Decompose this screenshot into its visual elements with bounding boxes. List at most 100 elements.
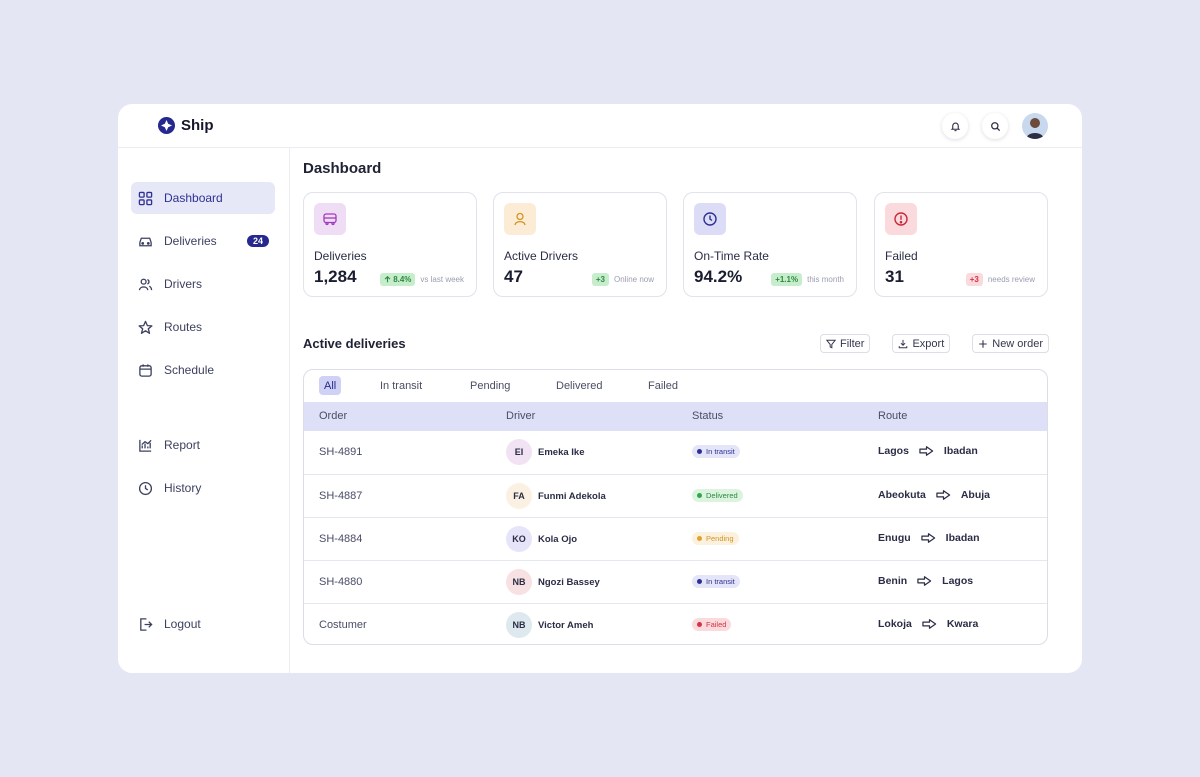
search-button[interactable] [982,113,1008,139]
tab-delivered[interactable]: Delivered [551,376,607,395]
order-id: SH-4880 [319,576,363,588]
page-title: Dashboard [303,160,382,177]
column-header-route[interactable]: Route [878,410,907,422]
card-value: 31 [885,267,904,286]
card-value: 94.2% [694,267,743,286]
sidebar-item-routes[interactable]: Routes [131,311,275,343]
export-label: Export [912,337,945,350]
sidebar-item-label: Deliveries [164,234,217,248]
table-header: Order Driver Status Route [304,402,1047,431]
calendar-icon [137,362,153,378]
filter-button[interactable]: Filter [820,334,871,353]
tab-pending[interactable]: Pending [465,376,515,395]
driver-avatar: EI [506,439,532,465]
tab-in-transit[interactable]: In transit [375,376,427,395]
logout-icon [137,616,153,632]
status-badge: In transit [692,575,740,588]
stat-card-deliveries[interactable]: Deliveries 1,284 8.4% vs last week [303,192,477,297]
plus-icon [979,339,987,348]
arrow-right-icon [936,490,951,500]
sidebar-item-label: Logout [164,617,201,631]
card-meta-text: needs review [987,275,1035,284]
deliveries-count-badge: 24 [246,235,269,247]
card-value: 47 [504,267,523,286]
status-badge: Failed [692,618,732,631]
driver-avatar: KO [506,526,532,552]
sidebar-item-label: Drivers [164,277,202,291]
stat-card-active-drivers[interactable]: Active Drivers 47 +3 Online now [493,192,667,297]
route-to: Kwara [946,618,979,630]
card-label: Failed [885,249,918,263]
arrow-right-icon [921,533,935,543]
new-order-button[interactable]: New order [972,334,1049,353]
route-from: Benin [878,575,908,587]
brand-name: Ship [181,117,214,134]
table-row[interactable]: SH-4884 KO Kola Ojo Pending Enugu Ibadan [304,517,1047,560]
order-id: SH-4884 [319,533,363,545]
sidebar-item-schedule[interactable]: Schedule [131,354,275,386]
sidebar-item-logout[interactable]: Logout [131,608,275,640]
export-button[interactable]: Export [892,334,951,353]
column-header-order[interactable]: Order [319,410,347,422]
status-badge: In transit [692,445,740,458]
table-row[interactable]: Costumer NB Victor Ameh Failed Lokoja Kw… [304,603,1047,644]
tab-all[interactable]: All [319,376,342,395]
status-badge: Pending [692,532,739,545]
trend-chip: 8.4% [380,273,416,286]
sidebar-item-label: Dashboard [164,191,223,205]
sidebar: Dashboard Deliveries 24 Drivers Routes S… [118,148,290,673]
card-meta-text: vs last week [420,275,464,284]
table-row[interactable]: SH-4887 FA Funmi Adekola Delivered Abeok… [304,474,1047,517]
route-from: Lagos [878,445,909,457]
route-to: Lagos [942,575,974,587]
status-badge: Delivered [692,489,743,502]
card-value: 1,284 [314,267,357,286]
arrow-up-icon [384,276,391,283]
sidebar-item-dashboard[interactable]: Dashboard [131,182,275,214]
driver-name: Funmi Adekola [538,490,606,502]
driver-name: Ngozi Bassey [538,576,600,588]
new-order-label: New order [992,337,1043,350]
driver-name: Kola Ojo [538,533,578,545]
route-from: Abeokuta [878,489,926,501]
driver-avatar: FA [506,483,532,509]
sidebar-item-deliveries[interactable]: Deliveries 24 [131,225,275,257]
trend-chip: +3 [965,273,983,286]
order-id: SH-4887 [319,490,363,502]
trend-value: 8.4% [393,275,412,284]
arrow-right-icon [919,446,934,456]
card-label: Deliveries [314,249,367,263]
user-icon [504,203,536,235]
sidebar-item-report[interactable]: Report [131,429,275,461]
top-bar: Ship [118,104,1082,148]
notifications-button[interactable] [942,113,968,139]
sidebar-item-label: Schedule [164,363,215,377]
driver-avatar: NB [506,612,532,638]
order-id: SH-4891 [319,446,363,458]
card-label: Active Drivers [504,249,579,263]
sidebar-item-history[interactable]: History [131,472,275,504]
column-header-status[interactable]: Status [692,410,723,422]
stat-card-failed[interactable]: Failed 31 +3 needs review [874,192,1048,297]
tab-failed[interactable]: Failed [643,376,683,395]
arrow-right-icon [922,619,937,629]
status-text: In transit [706,577,735,586]
arrow-right-icon [917,576,932,586]
driver-name: Emeka Ike [538,446,585,458]
alert-icon [885,203,917,235]
status-tabs: All In transit Pending Delivered Failed [304,370,1047,402]
driver-avatar: NB [506,569,532,595]
column-header-driver[interactable]: Driver [506,410,535,422]
table-row[interactable]: SH-4891 EI Emeka Ike In transit Lagos Ib… [304,431,1047,474]
table-row[interactable]: SH-4880 NB Ngozi Bassey In transit Benin [304,560,1047,603]
card-label: On-Time Rate [694,249,769,263]
card-meta-text: Online now [613,275,654,284]
card-meta-text: this month [807,275,844,284]
app-window: Ship Dashboard Deliveries 24 Drivers Rou… [118,104,1082,673]
user-avatar[interactable] [1022,113,1048,139]
search-icon [990,121,1000,131]
ship-logo-icon [158,117,175,134]
brand[interactable]: Ship [158,117,214,134]
stat-card-on-time-rate[interactable]: On-Time Rate 94.2% +1.1% this month [683,192,857,297]
sidebar-item-drivers[interactable]: Drivers [131,268,275,300]
